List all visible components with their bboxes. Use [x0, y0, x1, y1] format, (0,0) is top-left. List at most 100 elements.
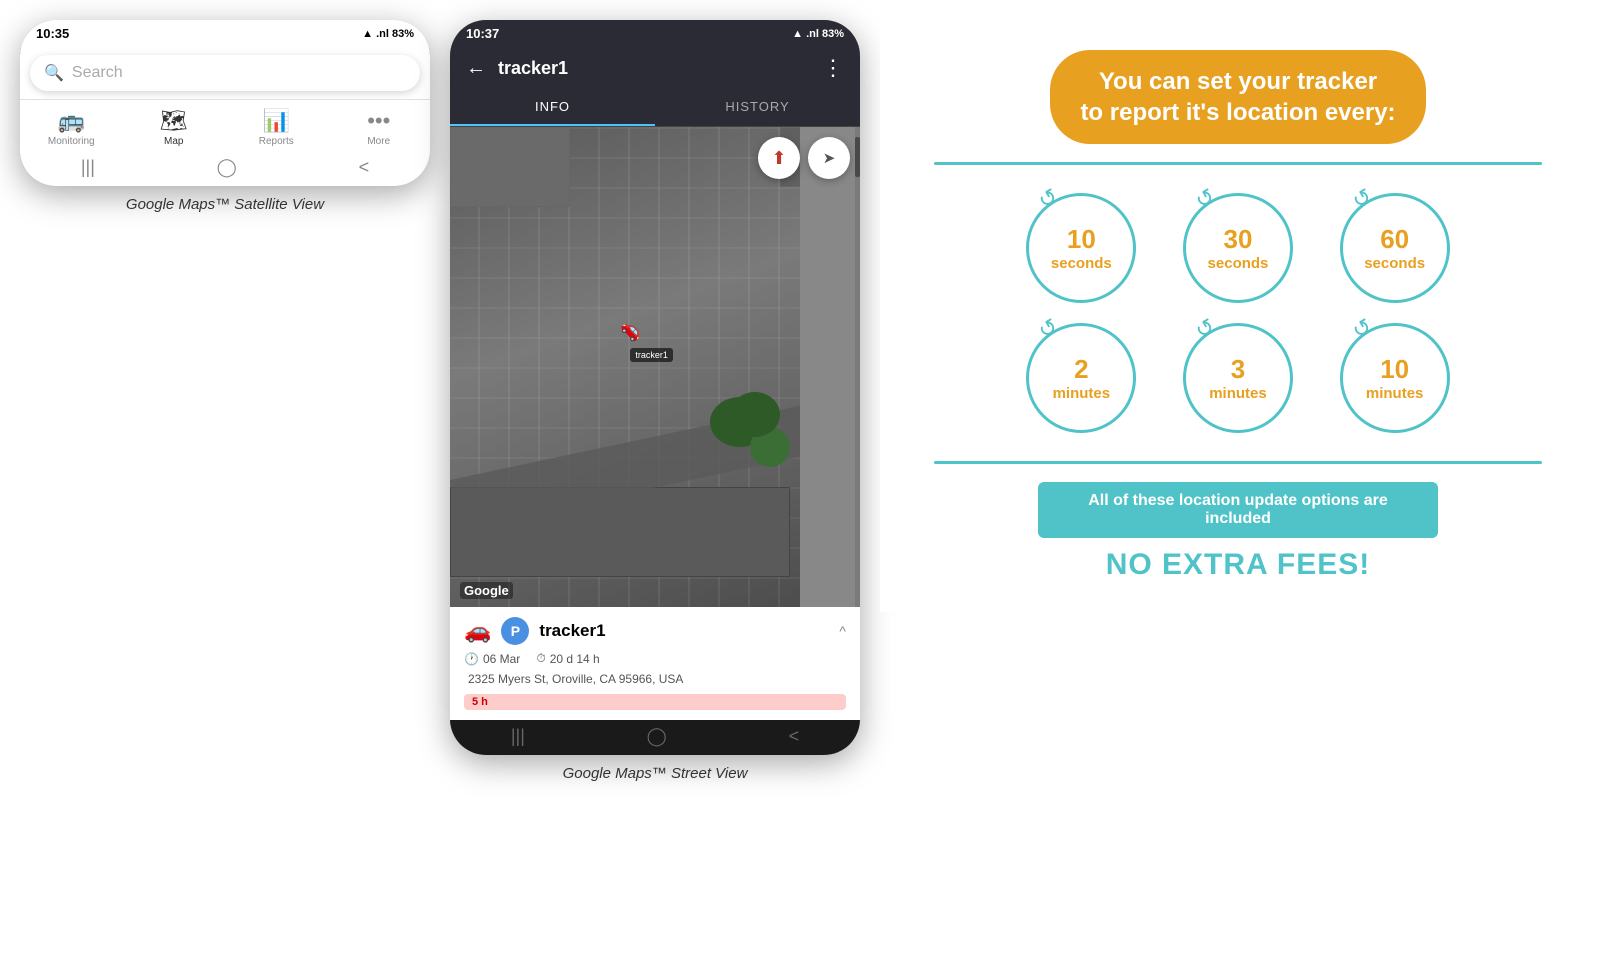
- circle-arrow-60s: ↺: [1347, 184, 1376, 216]
- scroll-track: [855, 127, 860, 607]
- no-extra-fees-text: NO EXTRA FEES!: [1106, 548, 1371, 582]
- info-card-title: You can set your tracker to report it's …: [1050, 50, 1425, 144]
- circle-text-10m: 10 minutes: [1366, 354, 1424, 403]
- nav-monitoring[interactable]: 🚌 Monitoring: [41, 108, 101, 147]
- circle-text-2m: 2 minutes: [1053, 354, 1111, 403]
- phone2-wrapper: 10:37 ▲ .nl 83% ← tracker1 ⋮ INFO HISTOR…: [450, 20, 860, 782]
- circle-unit-3m: minutes: [1209, 385, 1267, 403]
- phone1-screen: 10:35 ▲ .nl 83% 🔍 Search: [20, 20, 430, 186]
- circle-outer-3m: ↺ 3 minutes: [1183, 323, 1293, 433]
- nav-map[interactable]: 🗺 Map: [144, 108, 204, 147]
- home-pill-center: ◯: [217, 157, 237, 178]
- circle-text-60s: 60 seconds: [1364, 224, 1425, 273]
- circle-arrow-2m: ↺: [1034, 314, 1063, 346]
- circle-unit-30s: seconds: [1208, 255, 1269, 273]
- aerial-share-icon: ➤: [823, 149, 836, 167]
- tab-history[interactable]: HISTORY: [655, 89, 860, 126]
- tracker-info-panel: 🚗 P tracker1 ^ 🕐 06 Mar ⏱ 20 d 14 h 2325: [450, 607, 860, 720]
- circle-text-10s: 10 seconds: [1051, 224, 1112, 273]
- nav-more[interactable]: ••• More: [349, 108, 409, 147]
- phone2-caption: Google Maps™ Street View: [563, 765, 748, 782]
- tracker-info-row1: 🚗 P tracker1 ^: [464, 617, 846, 645]
- tracker-header: ← tracker1 ⋮: [450, 47, 860, 89]
- tracker-tabs: INFO HISTORY: [450, 89, 860, 127]
- phone1-search-bar[interactable]: 🔍 Search: [30, 55, 420, 91]
- teal-divider-bottom: [934, 461, 1542, 464]
- phone1-time: 10:35: [36, 26, 69, 41]
- circle-num-10m: 10: [1366, 354, 1424, 385]
- phone2-status-icons: ▲ .nl 83%: [792, 28, 844, 40]
- phone1-status-bar: 10:35 ▲ .nl 83%: [20, 20, 430, 47]
- reports-label: Reports: [259, 136, 294, 147]
- circle-2m: ↺ 2 minutes: [1018, 323, 1145, 433]
- circle-num-3m: 3: [1209, 354, 1267, 385]
- circle-num-2m: 2: [1053, 354, 1111, 385]
- parking-badge: P: [501, 617, 529, 645]
- circle-outer-30s: ↺ 30 seconds: [1183, 193, 1293, 303]
- no-fees-box: All of these location update options are…: [1038, 482, 1438, 538]
- tab-info[interactable]: INFO: [450, 89, 655, 126]
- circle-outer-2m: ↺ 2 minutes: [1026, 323, 1136, 433]
- circle-arrow-10m: ↺: [1347, 314, 1376, 346]
- phone1-search-text: Search: [72, 64, 123, 82]
- circle-30s: ↺ 30 seconds: [1175, 193, 1302, 303]
- circle-num-30s: 30: [1208, 224, 1269, 255]
- circle-unit-60s: seconds: [1364, 255, 1425, 273]
- circle-unit-10s: seconds: [1051, 255, 1112, 273]
- building2: [450, 127, 570, 207]
- circle-3m: ↺ 3 minutes: [1175, 323, 1302, 433]
- circle-10m: ↺ 10 minutes: [1331, 323, 1458, 433]
- circle-outer-10m: ↺ 10 minutes: [1340, 323, 1450, 433]
- no-fees-label: All of these location update options are…: [1088, 492, 1388, 527]
- tracker-meta-row: 🕐 06 Mar ⏱ 20 d 14 h: [464, 651, 846, 666]
- scroll-thumb: [855, 137, 860, 177]
- circle-num-60s: 60: [1364, 224, 1425, 255]
- phone2-screen: 10:37 ▲ .nl 83% ← tracker1 ⋮ INFO HISTOR…: [450, 20, 860, 755]
- home2-pill-center: ◯: [647, 726, 667, 747]
- phone2-status-bar: 10:37 ▲ .nl 83%: [450, 20, 860, 47]
- title-line2: to report it's location every:: [1080, 99, 1395, 126]
- circle-60s: ↺ 60 seconds: [1331, 193, 1458, 303]
- scroll-up-arrow[interactable]: ^: [839, 623, 846, 639]
- teal-divider-top: [934, 162, 1542, 165]
- tracker-duration: 20 d 14 h: [550, 652, 600, 666]
- tracker-date-item: 🕐 06 Mar: [464, 652, 520, 666]
- tracker-map-area[interactable]: 🚗 tracker1 ⬆ ➤ Google: [450, 127, 860, 607]
- tracker-info-name: tracker1: [539, 621, 605, 641]
- clock-icon: 🕐: [464, 652, 479, 666]
- aerial-google: Google: [460, 582, 513, 599]
- tracker-info-card: You can set your tracker to report it's …: [880, 20, 1596, 612]
- circle-10s: ↺ 10 seconds: [1018, 193, 1145, 303]
- circle-unit-2m: minutes: [1053, 385, 1111, 403]
- time-badge: 5 h: [464, 694, 846, 710]
- circle-text-30s: 30 seconds: [1208, 224, 1269, 273]
- home-pill-left: |||: [81, 157, 95, 178]
- circles-grid: ↺ 10 seconds ↺ 30 seconds ↺ 6: [1018, 193, 1458, 433]
- aerial-share[interactable]: ➤: [808, 137, 850, 179]
- back-button[interactable]: ←: [466, 57, 486, 80]
- circle-arrow-10s: ↺: [1034, 184, 1063, 216]
- title-line1: You can set your tracker: [1099, 68, 1377, 95]
- timer-icon: ⏱: [536, 651, 545, 666]
- phone2-home-indicator: ||| ◯ <: [450, 720, 860, 755]
- phone1-mockup: 10:35 ▲ .nl 83% 🔍 Search: [20, 20, 430, 186]
- map-icon: 🗺: [160, 108, 188, 134]
- circle-outer-10s: ↺ 10 seconds: [1026, 193, 1136, 303]
- search-icon: 🔍: [44, 63, 64, 83]
- phone1-bottom-nav: 🚌 Monitoring 🗺 Map 📊 Reports ••• More: [20, 99, 430, 151]
- circle-text-3m: 3 minutes: [1209, 354, 1267, 403]
- nav-reports[interactable]: 📊 Reports: [246, 108, 306, 147]
- tracker-title: tracker1: [498, 58, 810, 79]
- home2-pill-left: |||: [511, 726, 525, 747]
- vehicle-icon: 🚗: [464, 618, 491, 644]
- menu-button[interactable]: ⋮: [822, 55, 844, 81]
- map-label: Map: [164, 136, 183, 147]
- aerial-compass[interactable]: ⬆: [758, 137, 800, 179]
- phone1-status-icons: ▲ .nl 83%: [362, 28, 414, 40]
- circle-num-10s: 10: [1051, 224, 1112, 255]
- road-right: [800, 127, 860, 607]
- home-pill-right: <: [359, 157, 370, 178]
- circle-arrow-30s: ↺: [1191, 184, 1220, 216]
- aerial-compass-icon: ⬆: [771, 148, 786, 169]
- tracker-date: 06 Mar: [483, 652, 520, 666]
